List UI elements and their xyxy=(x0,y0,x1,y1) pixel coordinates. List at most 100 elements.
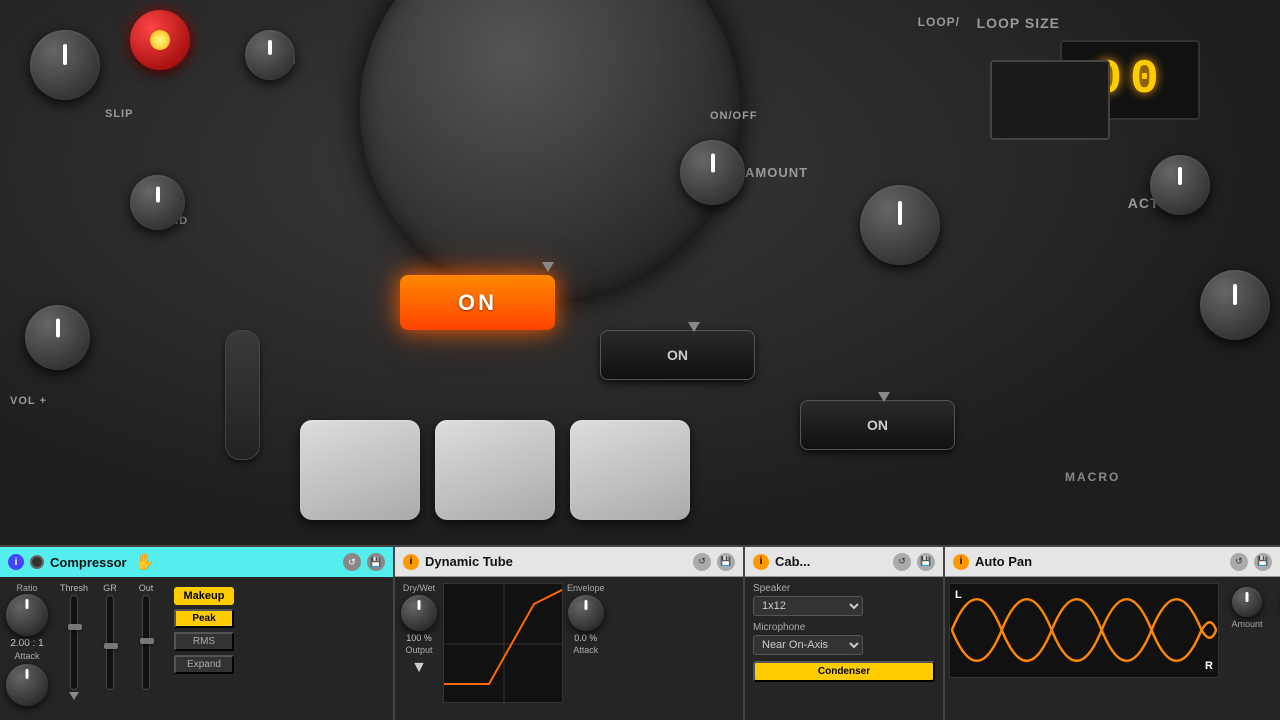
microphone-label: Microphone xyxy=(753,622,935,633)
comp-mode-buttons: Makeup Peak RMS Expand xyxy=(174,587,234,674)
arrow-down-on1 xyxy=(542,262,554,272)
plugin-bar: i Compressor ✋ ↺ 💾 Ratio 2.00 : 1 Attack… xyxy=(0,545,1280,720)
dynamic-save-btn[interactable]: 💾 xyxy=(717,553,735,571)
ratio-value: 2.00 : 1 xyxy=(10,637,43,650)
drywet-knob[interactable] xyxy=(401,595,437,631)
pad-button-2[interactable] xyxy=(435,420,555,520)
on-button-right1-label: ON xyxy=(667,347,688,363)
knob-right-big[interactable] xyxy=(860,185,940,265)
cab-panel: i Cab... ↺ 💾 Speaker 1x12 2x12 4x12 Micr… xyxy=(745,547,945,720)
makeup-button[interactable]: Makeup xyxy=(174,587,234,605)
dynamic-refresh-btn[interactable]: ↺ xyxy=(693,553,711,571)
autopan-panel: i Auto Pan ↺ 💾 L R xyxy=(945,547,1280,720)
out-col: Out xyxy=(132,583,160,690)
compressor-controls: Ratio 2.00 : 1 Attack Thresh GR xyxy=(0,577,393,720)
cab-header: i Cab... ↺ 💾 xyxy=(745,547,943,577)
envelope-label: Envelope xyxy=(567,583,605,593)
gr-slider[interactable] xyxy=(106,595,114,690)
autopan-title: Auto Pan xyxy=(975,554,1032,569)
attack-label-comp: Attack xyxy=(14,651,39,661)
drywet-wrap: Dry/Wet 100 % Output ▼ xyxy=(399,583,439,714)
loop-on-off-box[interactable] xyxy=(990,60,1110,140)
ratio-label: Ratio xyxy=(16,583,37,593)
pad-button-3[interactable] xyxy=(570,420,690,520)
envelope-value: 0.0 % xyxy=(574,633,597,643)
compressor-power[interactable] xyxy=(30,555,44,569)
cab-refresh-btn[interactable]: ↺ xyxy=(893,553,911,571)
out-slider[interactable] xyxy=(142,595,150,690)
autopan-content: L R Amount Rate xyxy=(945,577,1280,720)
compressor-panel: i Compressor ✋ ↺ 💾 Ratio 2.00 : 1 Attack… xyxy=(0,547,395,720)
compressor-icon: i xyxy=(8,554,24,570)
peak-button[interactable]: Peak xyxy=(174,609,234,628)
compressor-refresh-btn[interactable]: ↺ xyxy=(343,553,361,571)
dynamic-title: Dynamic Tube xyxy=(425,554,513,569)
knob-low[interactable] xyxy=(25,305,90,370)
attack-label-dyn: Attack xyxy=(573,645,598,655)
amount-knob[interactable] xyxy=(1232,587,1262,617)
output-arrow-down: ▼ xyxy=(411,659,427,677)
expand-button[interactable]: Expand xyxy=(174,655,234,674)
drywet-label: Dry/Wet xyxy=(403,583,435,593)
loop-size-label: LOOP SIZE xyxy=(977,15,1060,31)
on-button-right2[interactable]: ON xyxy=(800,400,955,450)
compressor-save-btn[interactable]: 💾 xyxy=(367,553,385,571)
pad-button-1[interactable] xyxy=(300,420,420,520)
envelope-section: Envelope 0.0 % Attack xyxy=(567,583,605,714)
compressor-title: Compressor xyxy=(50,555,127,570)
speaker-label: Speaker xyxy=(753,583,935,594)
on-button-right2-label: ON xyxy=(867,417,888,433)
knob-high[interactable] xyxy=(245,30,295,80)
thresh-col: Thresh xyxy=(60,583,88,700)
on-off-label: ON/OFF xyxy=(710,110,758,122)
attack-knob-comp[interactable] xyxy=(6,664,48,706)
microphone-section: Microphone Near On-Axis Near Off-Axis Fa… xyxy=(753,622,935,655)
autopan-knobs: Amount Rate Phase Shape xyxy=(1227,587,1280,714)
ratio-knob[interactable] xyxy=(6,594,48,636)
thresh-label: Thresh xyxy=(60,583,88,593)
thresh-arrow[interactable] xyxy=(69,692,79,700)
knob-mid[interactable] xyxy=(130,175,185,230)
on-button-right1[interactable]: ON xyxy=(600,330,755,380)
compressor-hand-icon[interactable]: ✋ xyxy=(135,552,155,572)
envelope-knob[interactable] xyxy=(568,595,604,631)
loop-slash-label: LOOP/ xyxy=(918,15,960,29)
cab-save-btn[interactable]: 💾 xyxy=(917,553,935,571)
fader-left[interactable] xyxy=(225,330,260,460)
speaker-select[interactable]: 1x12 2x12 4x12 xyxy=(753,596,863,616)
controller-background: SLIP HIGH MID LOW VOL + ON ON ON PERFORM… xyxy=(0,0,1280,545)
knob-red-top[interactable] xyxy=(130,10,190,70)
dynamic-header: i Dynamic Tube ↺ 💾 xyxy=(395,547,743,577)
autopan-icon: i xyxy=(953,554,969,570)
thresh-slider[interactable] xyxy=(70,595,78,690)
knob-amount[interactable] xyxy=(680,140,745,205)
out-label: Out xyxy=(139,583,154,593)
speaker-section: Speaker 1x12 2x12 4x12 xyxy=(753,583,935,616)
condenser-button[interactable]: Condenser xyxy=(753,661,935,682)
amount-label: AMOUNT xyxy=(745,165,808,180)
knob-far-right[interactable] xyxy=(1200,270,1270,340)
autopan-save-btn[interactable]: 💾 xyxy=(1254,553,1272,571)
waveform-svg xyxy=(950,584,1218,677)
autopan-header: i Auto Pan ↺ 💾 xyxy=(945,547,1280,577)
knob-left-top[interactable] xyxy=(30,30,100,100)
on-button-main[interactable]: ON xyxy=(400,275,555,330)
dyn-curve-box xyxy=(443,583,563,703)
rms-button[interactable]: RMS xyxy=(174,632,234,651)
vol-plus-label: VOL + xyxy=(10,395,47,407)
autopan-refresh-btn[interactable]: ↺ xyxy=(1230,553,1248,571)
drywet-value: 100 % xyxy=(406,633,432,643)
macro-label: MACRO xyxy=(1065,470,1120,484)
compressor-header: i Compressor ✋ ↺ 💾 xyxy=(0,547,393,577)
amount-label-ap: Amount xyxy=(1231,619,1262,629)
gr-col: GR xyxy=(96,583,124,690)
dynamic-content: Dry/Wet 100 % Output ▼ Envelope xyxy=(395,577,743,720)
knob-top-right[interactable] xyxy=(1150,155,1210,215)
amount-wrap: Amount xyxy=(1227,587,1267,714)
autopan-waveform: L R xyxy=(949,583,1219,678)
cab-icon: i xyxy=(753,554,769,570)
cab-title: Cab... xyxy=(775,554,810,569)
arrow-down-on2 xyxy=(688,322,700,332)
microphone-select[interactable]: Near On-Axis Near Off-Axis Far xyxy=(753,635,863,655)
output-label: Output xyxy=(405,645,432,655)
